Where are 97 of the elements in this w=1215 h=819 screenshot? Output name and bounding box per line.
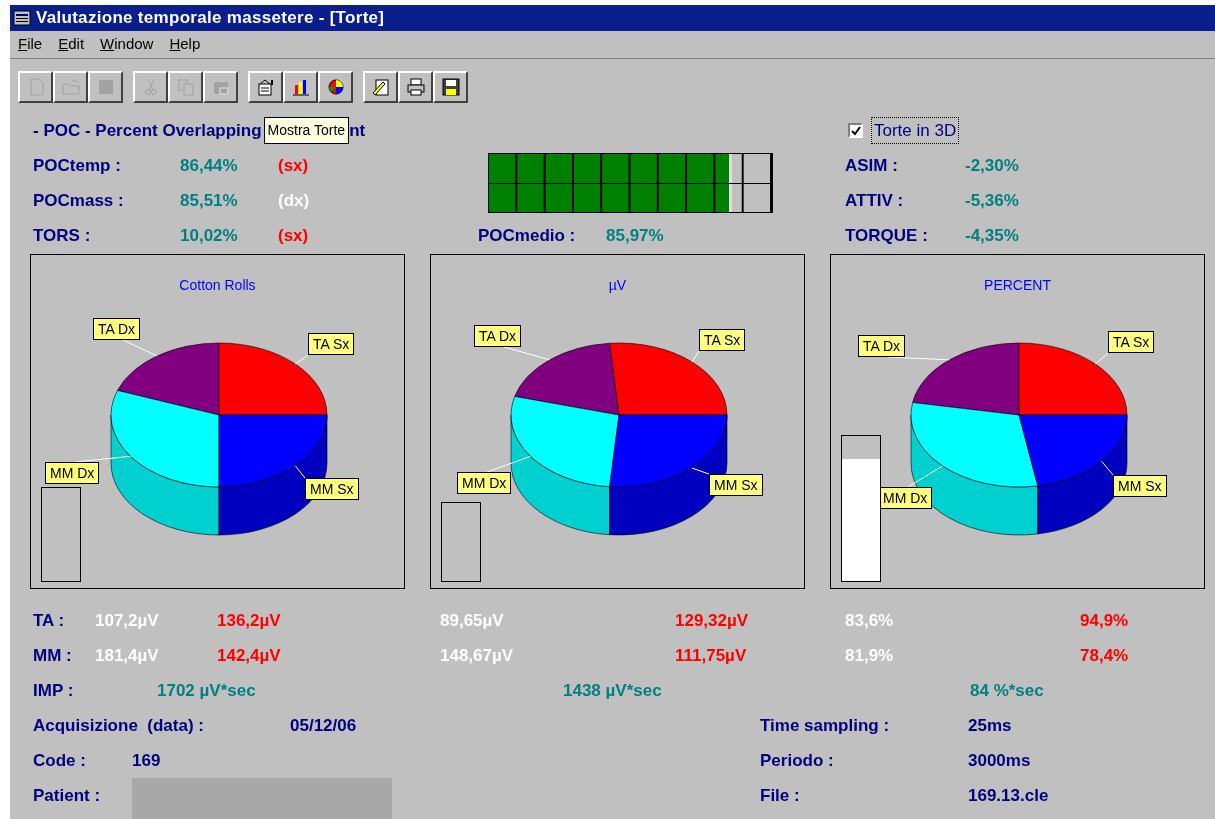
value-text: 1702 µV*sec [157,679,257,702]
slice-label: MM Dx [878,487,933,509]
chart-title: Cotton Rolls [179,276,256,295]
slice-label: TA Sx [308,333,355,355]
metric-label: TORS : [33,224,92,247]
side-tag: (dx) [278,187,310,214]
toolbar-button[interactable] [318,71,353,103]
info-label: Periodo : [760,749,835,772]
toolbar-button[interactable] [248,71,283,103]
slice-label: TA Dx [93,318,141,340]
toolbar-button[interactable] [363,71,398,103]
value-text: 107,2µV [95,609,160,632]
side-tag: (sx) [278,222,309,249]
value-text: 1438 µV*sec [563,679,663,702]
leader-line [691,350,700,363]
patient-field[interactable] [132,778,392,819]
metric-label: POCtemp : [33,154,122,177]
value-text: 142,4µV [217,644,282,667]
metric-label: ASIM : [845,154,899,177]
row-label: MM : [33,644,73,667]
metric-value: -5,36% [965,189,1019,212]
metric-label: POCmass : [33,189,125,212]
window-title: Valutazione temporale massetere - [Torte] [36,7,385,30]
metric-value: 10,02% [180,224,239,247]
info-label: Code : [33,749,87,772]
slice-label: TA Sx [1108,331,1155,353]
menu-item[interactable]: File [18,33,43,56]
leader-line [1094,352,1109,365]
section-heading: nt [349,119,366,142]
info-value: 169.13.cle [968,784,1049,807]
metric-value: -2,30% [965,154,1019,177]
slice-label: MM Sx [709,474,763,496]
info-value: 3000ms [968,749,1031,772]
value-text: 129,32µV [675,609,750,632]
value-text: 94,9% [1080,609,1130,632]
row-label: TA : [33,609,66,632]
value-text: 111,75µV [675,644,748,667]
leader-line [1101,460,1114,476]
leader-line [294,354,309,365]
leader-line [486,455,531,473]
pencil-page-icon [370,77,391,97]
leader-line [691,467,710,475]
toolbar-button[interactable] [398,71,433,103]
leader-line [74,455,131,463]
checkbox-label[interactable]: Torte in 3D [871,116,960,145]
metric-label: ATTIV : [845,189,905,212]
info-value: 05/12/06 [290,714,357,737]
value-text: 78,4% [1080,644,1130,667]
metric-value: 85,51% [180,189,239,212]
info-label: Acquisizione (data) : [33,714,205,737]
slice-label: MM Dx [457,472,512,494]
metric-label: POCmedio : [478,224,577,247]
menu-item[interactable]: Help [169,33,201,56]
bar-chart-icon [290,77,311,97]
value-text: 89,65µV [440,609,505,632]
value-text: 148,67µV [440,644,515,667]
chart-title: µV [608,276,627,295]
section-heading: - POC - Percent Overlapping [33,119,262,142]
slice-label: TA Dx [858,335,906,357]
properties-icon [255,77,276,97]
value-text: 81,9% [845,644,895,667]
menu-item[interactable]: Window [100,33,154,56]
leader-line [294,465,306,479]
value-text: 136,2µV [217,609,282,632]
leader-line [907,465,944,488]
toolbar-button[interactable] [433,71,468,103]
slice-label: MM Sx [1113,475,1167,497]
menu-item[interactable]: Edit [58,33,85,56]
value-text: 181,4µV [95,644,160,667]
slice-label: TA Sx [699,329,746,351]
pie-chart-icon [325,77,346,97]
leader-line [503,346,551,361]
slice-label: TA Dx [474,325,522,347]
toolbar-button[interactable] [283,71,318,103]
metric-value: 85,97% [606,224,664,247]
info-label: File : [760,784,801,807]
slice-label: MM Sx [305,478,359,500]
metric-value: 86,44% [180,154,239,177]
chart-title: PERCENT [984,276,1051,295]
leader-line [887,356,951,361]
info-value: 25ms [968,714,1012,737]
checkbox[interactable] [848,123,863,138]
folder-icon [60,77,81,97]
printer-icon [405,77,426,97]
metric-label: TORQUE : [845,224,929,247]
slice-label: MM Dx [45,462,100,484]
window-icon [13,10,31,26]
side-tag: (sx) [278,152,309,179]
value-text: 84 %*sec [970,679,1045,702]
info-label: Time sampling : [760,714,891,737]
value-text: 83,6% [845,609,895,632]
info-label: Patient : [33,784,102,807]
tooltip: Mostra Torte [263,117,350,144]
row-label: IMP : [33,679,75,702]
info-value: 169 [132,749,161,772]
metric-value: -4,35% [965,224,1019,247]
leader-line [122,339,158,357]
